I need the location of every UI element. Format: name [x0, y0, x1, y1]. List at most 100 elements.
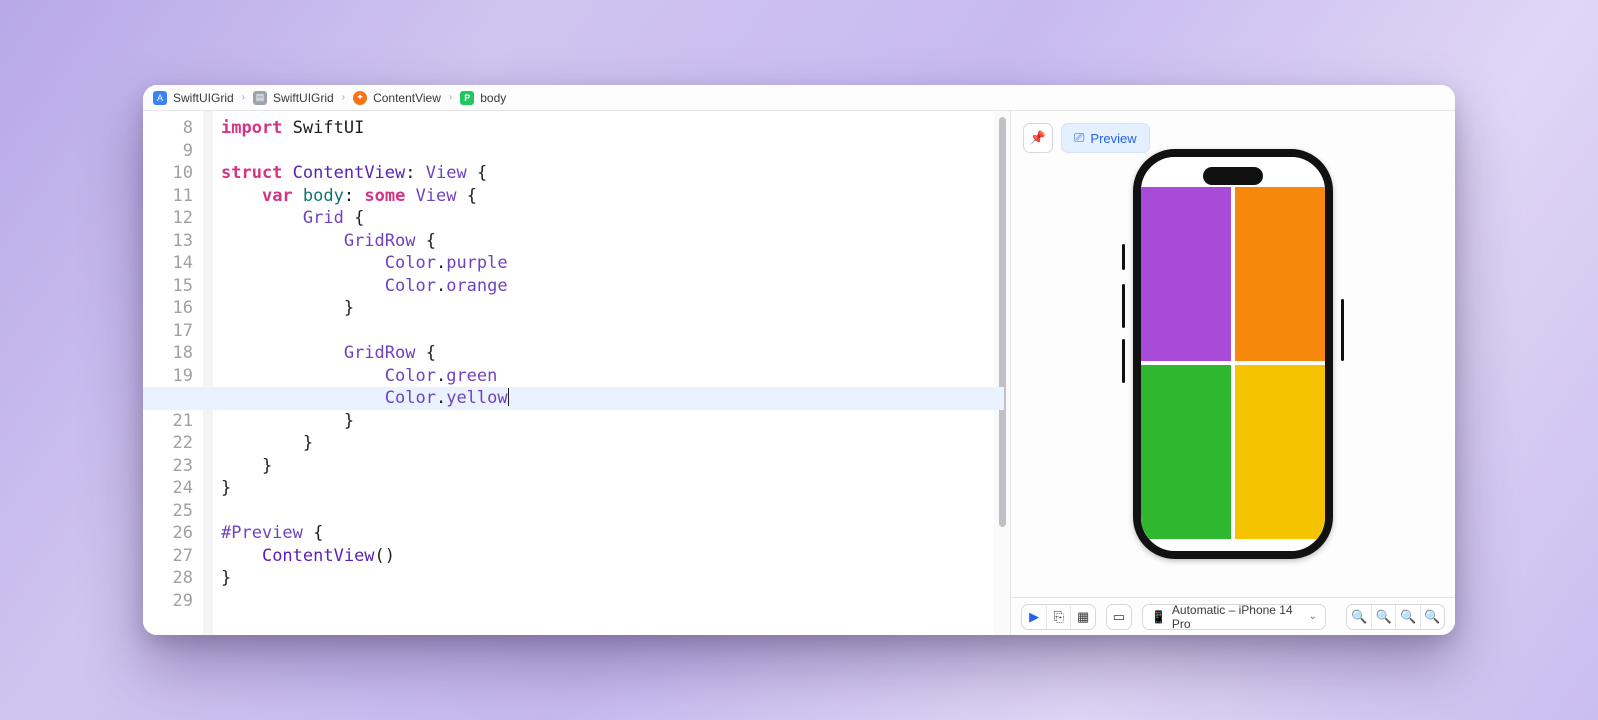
zoom-out-icon: 🔍	[1351, 609, 1367, 625]
breadcrumb-symbol[interactable]: body	[480, 91, 506, 105]
phone-side-button	[1122, 284, 1125, 328]
pin-preview-button[interactable]: 📌	[1023, 123, 1053, 153]
scrollbar-thumb[interactable]	[999, 117, 1006, 527]
iphone-frame	[1133, 149, 1333, 559]
grid-cell-green	[1141, 365, 1231, 539]
phone-side-button	[1341, 299, 1344, 361]
code-line[interactable]: Grid {	[221, 207, 994, 230]
main-split: 8910111213141516171819202122232425262728…	[143, 111, 1455, 635]
code-line[interactable]	[221, 140, 994, 163]
device-canvas[interactable]	[1011, 111, 1455, 597]
code-line[interactable]: }	[221, 432, 994, 455]
chevron-icon: ›	[447, 92, 454, 103]
device-icon: 📱	[1151, 610, 1166, 624]
swift-file-icon: ✦	[353, 91, 367, 105]
code-area[interactable]: import SwiftUI struct ContentView: View {…	[221, 111, 994, 635]
device-settings-icon: ▭	[1113, 609, 1125, 625]
canvas-bottom-bar: ▶ ⎘ ▦ ▭ 📱 Automatic – iPhone 14 Pro ⌄ 🔍 …	[1011, 597, 1455, 635]
xcode-window: A SwiftUIGrid › ▤ SwiftUIGrid › ✦ Conten…	[143, 85, 1455, 635]
code-line[interactable]: var body: some View {	[221, 185, 994, 208]
dynamic-island	[1203, 167, 1263, 185]
line-number: 21	[143, 410, 203, 433]
code-line[interactable]	[221, 320, 994, 343]
code-line[interactable]: }	[221, 410, 994, 433]
line-number: 10	[143, 162, 203, 185]
line-number: 13	[143, 230, 203, 253]
line-number: 8	[143, 117, 203, 140]
code-line[interactable]: }	[221, 567, 994, 590]
preview-chip-label: Preview	[1090, 131, 1136, 146]
line-number: 12	[143, 207, 203, 230]
line-number: 9	[143, 140, 203, 163]
chevron-icon: ›	[340, 92, 347, 103]
preview-selector-chip[interactable]: ⎚ Preview	[1061, 123, 1150, 153]
code-line[interactable]: Color.green	[221, 365, 994, 388]
line-number: 28	[143, 567, 203, 590]
live-preview-button[interactable]: ▶	[1022, 605, 1046, 629]
code-line[interactable]: }	[221, 455, 994, 478]
grid-icon: ▦	[1077, 609, 1089, 625]
jump-bar[interactable]: A SwiftUIGrid › ▤ SwiftUIGrid › ✦ Conten…	[143, 85, 1455, 111]
code-line[interactable]: }	[221, 477, 994, 500]
breadcrumb-project[interactable]: SwiftUIGrid	[173, 91, 234, 105]
device-selector[interactable]: 📱 Automatic – iPhone 14 Pro ⌄	[1142, 604, 1326, 630]
variants-button[interactable]: ▦	[1070, 605, 1094, 629]
line-number: 26	[143, 522, 203, 545]
device-label: Automatic – iPhone 14 Pro	[1172, 603, 1303, 631]
breadcrumb-file[interactable]: ContentView	[373, 91, 441, 105]
play-icon: ▶	[1029, 609, 1039, 625]
line-number: 25	[143, 500, 203, 523]
canvas-mode-group: ▶ ⎘ ▦	[1021, 604, 1096, 630]
code-line[interactable]: ContentView()	[221, 545, 994, 568]
text-caret	[508, 388, 509, 406]
code-line[interactable]: }	[221, 297, 994, 320]
code-line[interactable]: Color.purple	[221, 252, 994, 275]
phone-side-button	[1122, 339, 1125, 383]
preview-icon: ⎚	[1074, 130, 1084, 146]
line-number: 27	[143, 545, 203, 568]
pin-icon: 📌	[1030, 130, 1046, 146]
zoom-group: 🔍 🔍 🔍 🔍	[1346, 604, 1445, 630]
line-number: 15	[143, 275, 203, 298]
zoom-fit-icon: 🔍	[1376, 609, 1392, 625]
chevron-icon: ›	[240, 92, 247, 103]
device-settings-group: ▭	[1106, 604, 1132, 630]
code-line[interactable]: import SwiftUI	[221, 117, 994, 140]
zoom-actual-button[interactable]: 🔍	[1395, 605, 1419, 629]
breadcrumb-folder[interactable]: SwiftUIGrid	[273, 91, 334, 105]
code-line[interactable]: Color.orange	[221, 275, 994, 298]
line-number: 29	[143, 590, 203, 613]
swiftui-grid-preview	[1141, 157, 1325, 551]
line-number: 24	[143, 477, 203, 500]
code-editor[interactable]: 8910111213141516171819202122232425262728…	[143, 111, 1010, 635]
selectable-preview-button[interactable]: ⎘	[1046, 605, 1070, 629]
property-icon: P	[460, 91, 474, 105]
code-line[interactable]: #Preview {	[221, 522, 994, 545]
zoom-out-button[interactable]: 🔍	[1347, 605, 1371, 629]
fold-ribbon[interactable]	[203, 111, 213, 635]
code-line[interactable]: Color.yellow	[143, 387, 1004, 410]
code-line[interactable]: GridRow {	[221, 230, 994, 253]
device-settings-button[interactable]: ▭	[1107, 605, 1131, 629]
canvas-preview-pane: 📌 ⎚ Preview	[1010, 111, 1455, 635]
line-number: 19	[143, 365, 203, 388]
line-number-gutter: 8910111213141516171819202122232425262728…	[143, 111, 203, 635]
grid-cell-orange	[1235, 187, 1325, 361]
phone-side-button	[1122, 244, 1125, 270]
line-number: 22	[143, 432, 203, 455]
zoom-in-button[interactable]: 🔍	[1420, 605, 1444, 629]
zoom-in-icon: 🔍	[1424, 609, 1440, 625]
code-line[interactable]	[221, 590, 994, 613]
zoom-100-icon: 🔍	[1400, 609, 1416, 625]
grid-cell-purple	[1141, 187, 1231, 361]
vertical-scrollbar[interactable]	[994, 111, 1010, 635]
zoom-fit-button[interactable]: 🔍	[1371, 605, 1395, 629]
line-number: 17	[143, 320, 203, 343]
app-icon: A	[153, 91, 167, 105]
line-number: 11	[143, 185, 203, 208]
code-line[interactable]	[221, 500, 994, 523]
code-line[interactable]: GridRow {	[221, 342, 994, 365]
grid-cell-yellow	[1235, 365, 1325, 539]
line-number: 18	[143, 342, 203, 365]
code-line[interactable]: struct ContentView: View {	[221, 162, 994, 185]
